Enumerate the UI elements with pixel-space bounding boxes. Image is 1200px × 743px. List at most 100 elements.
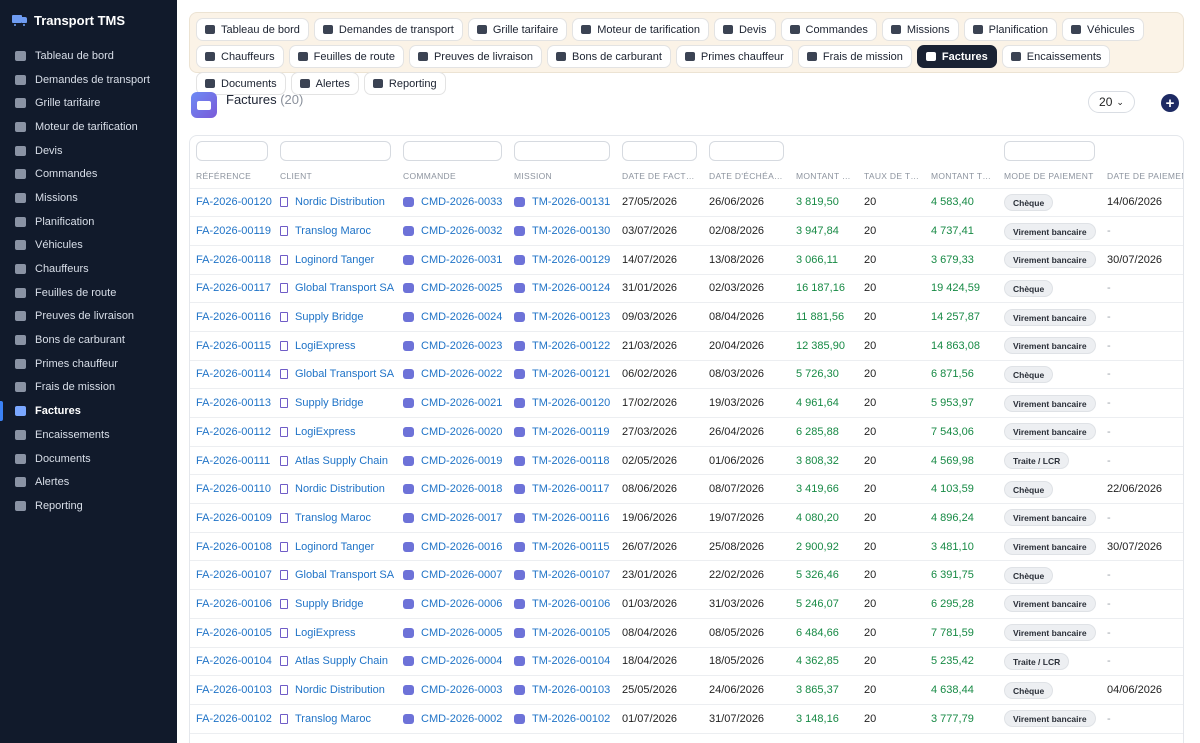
client-link[interactable]: LogiExpress [280,426,391,438]
column-header-montant-ttc[interactable]: MONTANT TTC [925,164,998,189]
tab-chauffeurs[interactable]: Chauffeurs [196,45,284,68]
table-row[interactable]: FA-2026-00106 Supply Bridge CMD-2026-0006 T… [190,589,1183,619]
mission-link[interactable]: TM-2026-00123 [514,311,610,323]
order-link[interactable]: CMD-2026-0002 [403,713,502,725]
sidebar-item-devis[interactable]: Devis [0,139,177,163]
table-row[interactable]: FA-2026-00108 Loginord Tanger CMD-2026-001… [190,532,1183,562]
sidebar-item-commandes[interactable]: Commandes [0,162,177,186]
mission-link[interactable]: TM-2026-00115 [514,541,610,553]
client-link[interactable]: Global Transport SA [280,569,394,581]
column-header-mode-de-paiement[interactable]: MODE DE PAIEMENT [998,164,1101,189]
mission-link[interactable]: TM-2026-00131 [514,196,610,208]
client-link[interactable]: Atlas Supply Chain [280,655,391,667]
invoice-reference-link[interactable]: FA-2026-00119 [190,216,274,246]
add-invoice-button[interactable]: + [1161,94,1179,112]
invoice-reference-link[interactable]: FA-2026-00104 [190,647,274,677]
order-link[interactable]: CMD-2026-0021 [403,397,502,409]
client-link[interactable]: Loginord Tanger [280,541,391,553]
sidebar-item-missions[interactable]: Missions [0,186,177,210]
tab-feuilles-de-route[interactable]: Feuilles de route [288,45,404,68]
per-page-select[interactable]: 20 ⌄ [1088,91,1135,113]
sidebar-item-vehicules[interactable]: Véhicules [0,234,177,258]
client-link[interactable]: Atlas Supply Chain [280,455,391,467]
table-row[interactable]: FA-2026-00105 LogiExpress CMD-2026-0005 TM-… [190,618,1183,648]
order-link[interactable]: CMD-2026-0019 [403,455,502,467]
filter-input-commande[interactable] [403,141,502,161]
sidebar-item-factures[interactable]: Factures [0,399,177,423]
brand[interactable]: Transport TMS [0,0,177,40]
mission-link[interactable]: TM-2026-00120 [514,397,610,409]
sidebar-item-encaissements[interactable]: Encaissements [0,423,177,447]
mission-link[interactable]: TM-2026-00104 [514,655,610,667]
table-row[interactable]: FA-2026-00117 Global Transport SA CMD-2026… [190,274,1183,304]
invoice-reference-link[interactable]: FA-2026-00105 [190,618,274,648]
tab-frais-de-mission[interactable]: Frais de mission [797,45,912,68]
sidebar-item-bons-de-carburant[interactable]: Bons de carburant [0,328,177,352]
order-link[interactable]: CMD-2026-0005 [403,627,502,639]
client-link[interactable]: Global Transport SA [280,282,394,294]
mission-link[interactable]: TM-2026-00124 [514,282,610,294]
filter-input-client[interactable] [280,141,391,161]
mission-link[interactable]: TM-2026-00129 [514,254,610,266]
invoice-reference-link[interactable]: FA-2026-00111 [190,446,274,476]
filter-input-date-de-facturation[interactable] [622,141,697,161]
table-row[interactable]: FA-2026-00114 Global Transport SA CMD-2026… [190,360,1183,390]
tab-primes-chauffeur[interactable]: Primes chauffeur [675,45,793,68]
mission-link[interactable]: TM-2026-00118 [514,455,610,467]
order-link[interactable]: CMD-2026-0017 [403,512,502,524]
tab-factures[interactable]: Factures [916,45,997,68]
order-link[interactable]: CMD-2026-0033 [403,196,502,208]
tab-missions[interactable]: Missions [881,18,959,41]
client-link[interactable]: Nordic Distribution [280,483,391,495]
table-row[interactable]: FA-2026-00113 Supply Bridge CMD-2026-0021 T… [190,388,1183,418]
invoice-reference-link[interactable]: FA-2026-00106 [190,589,274,619]
sidebar-item-feuilles-de-route[interactable]: Feuilles de route [0,281,177,305]
tab-encaissements[interactable]: Encaissements [1001,45,1111,68]
client-link[interactable]: LogiExpress [280,627,391,639]
column-header-mission[interactable]: MISSION [508,164,616,189]
invoice-reference-link[interactable]: FA-2026-00120 [190,188,274,218]
column-header-date-d-echeance[interactable]: DATE D'ÉCHÉANCE [703,164,790,189]
sidebar-item-grille-tarifaire[interactable]: Grille tarifaire [0,91,177,115]
invoice-reference-link[interactable]: FA-2026-00118 [190,245,274,275]
order-link[interactable]: CMD-2026-0018 [403,483,502,495]
table-row[interactable]: FA-2026-00118 Loginord Tanger CMD-2026-003… [190,245,1183,275]
mission-link[interactable]: TM-2026-00117 [514,483,610,495]
tab-preuves-de-livraison[interactable]: Preuves de livraison [408,45,542,68]
client-link[interactable]: Nordic Distribution [280,196,391,208]
sidebar-item-planification[interactable]: Planification [0,210,177,234]
order-link[interactable]: CMD-2026-0020 [403,426,502,438]
mission-link[interactable]: TM-2026-00122 [514,340,610,352]
client-link[interactable]: Nordic Distribution [280,684,391,696]
column-header-taux-de-tva[interactable]: TAUX DE TVA [858,164,925,189]
invoice-reference-link[interactable]: FA-2026-00110 [190,474,274,505]
order-link[interactable]: CMD-2026-0016 [403,541,502,553]
order-link[interactable]: CMD-2026-0007 [403,569,502,581]
table-row[interactable]: FA-2026-00112 LogiExpress CMD-2026-0020 TM-… [190,417,1183,447]
client-link[interactable]: Loginord Tanger [280,254,391,266]
table-row[interactable]: FA-2026-00110 Nordic Distribution CMD-2026… [190,474,1183,505]
sidebar-item-preuves-de-livraison[interactable]: Preuves de livraison [0,305,177,329]
sidebar-item-chauffeurs[interactable]: Chauffeurs [0,257,177,281]
filter-input-reference[interactable] [196,141,268,161]
invoice-reference-link[interactable]: FA-2026-00102 [190,704,274,734]
invoice-reference-link[interactable]: FA-2026-00115 [190,331,274,361]
filter-input-mode-de-paiement[interactable] [1004,141,1095,161]
sidebar-item-demandes-de-transport[interactable]: Demandes de transport [0,68,177,92]
client-link[interactable]: Translog Maroc [280,713,391,725]
sidebar-item-frais-de-mission[interactable]: Frais de mission [0,376,177,400]
mission-link[interactable]: TM-2026-00107 [514,569,610,581]
invoice-reference-link[interactable]: FA-2026-00103 [190,675,274,705]
tab-devis[interactable]: Devis [713,18,776,41]
table-row[interactable]: FA-2026-00102 Translog Maroc CMD-2026-0002… [190,704,1183,734]
tab-grille-tarifaire[interactable]: Grille tarifaire [467,18,568,41]
sidebar-item-documents[interactable]: Documents [0,447,177,471]
order-link[interactable]: CMD-2026-0031 [403,254,502,266]
order-link[interactable]: CMD-2026-0004 [403,655,502,667]
order-link[interactable]: CMD-2026-0003 [403,684,502,696]
invoice-reference-link[interactable]: FA-2026-00117 [190,274,274,304]
invoice-reference-link[interactable]: FA-2026-00112 [190,417,274,447]
table-row[interactable]: FA-2026-00103 Nordic Distribution CMD-2026… [190,675,1183,705]
mission-link[interactable]: TM-2026-00130 [514,225,610,237]
sidebar-item-tableau-de-bord[interactable]: Tableau de bord [0,44,177,68]
